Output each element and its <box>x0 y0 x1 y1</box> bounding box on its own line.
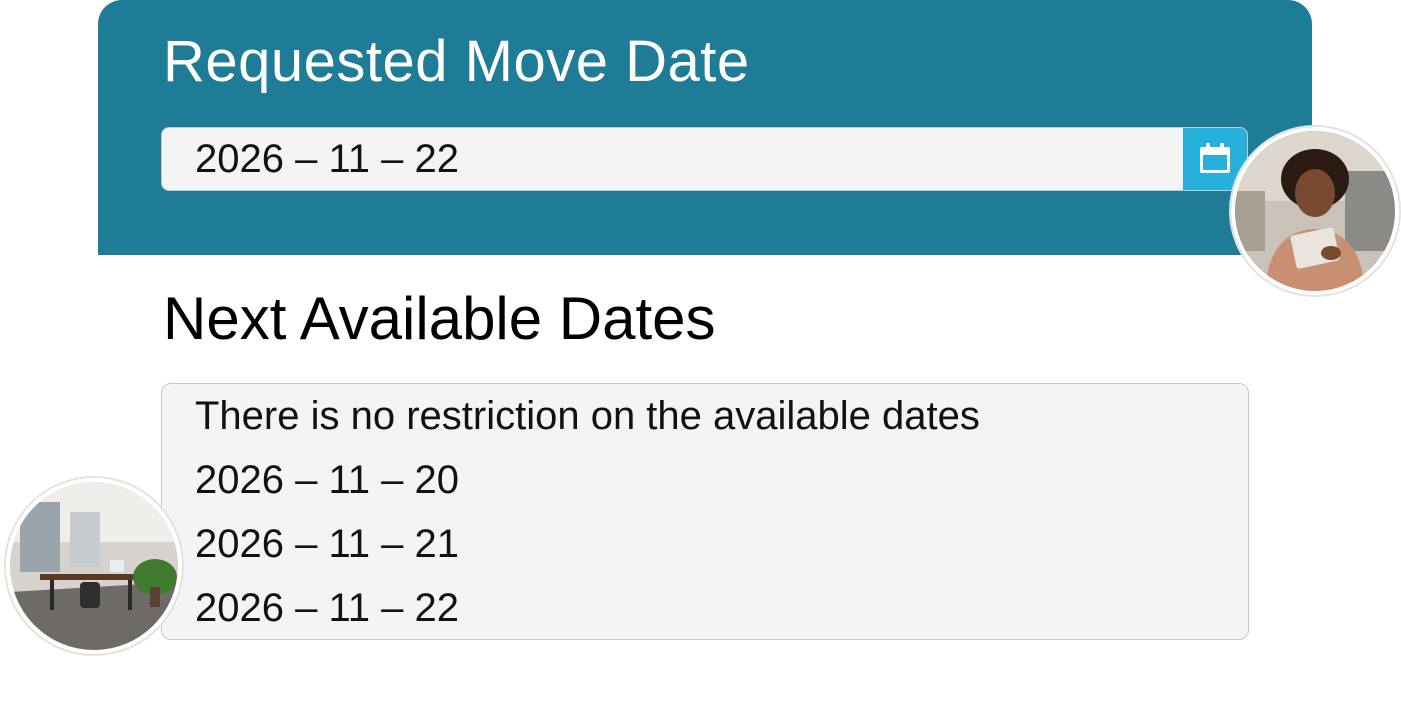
calendar-icon <box>1200 143 1230 173</box>
list-item[interactable]: 2026 – 11 – 20 <box>195 456 459 504</box>
office-photo-avatar <box>6 478 182 654</box>
move-date-card: Requested Move Date Next Available Dates <box>0 0 1401 703</box>
available-dates-list: There is no restriction on the available… <box>161 383 1249 640</box>
person-with-tablet-avatar <box>1231 127 1399 295</box>
list-item[interactable]: There is no restriction on the available… <box>195 392 980 440</box>
list-item[interactable]: 2026 – 11 – 22 <box>195 584 459 632</box>
requested-date-input[interactable] <box>162 128 1184 190</box>
requested-date-field <box>161 127 1248 191</box>
list-item[interactable]: 2026 – 11 – 21 <box>195 520 459 568</box>
requested-move-date-title: Requested Move Date <box>163 29 750 94</box>
next-available-dates-title: Next Available Dates <box>163 285 716 352</box>
